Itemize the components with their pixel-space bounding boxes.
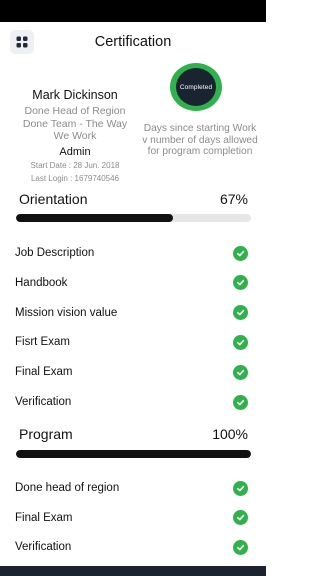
role-line-3: We Work — [53, 130, 97, 142]
check-icon — [236, 309, 245, 316]
orientation-item-label: Job Description — [15, 247, 95, 259]
status-bar — [0, 0, 266, 22]
check-circle-icon — [233, 394, 248, 410]
program-percent: 100% — [212, 426, 248, 442]
admin-label: Admin — [59, 145, 91, 158]
check-icon — [236, 514, 245, 521]
check-circle-icon — [233, 245, 248, 261]
program-item[interactable]: Final Exam — [15, 508, 248, 528]
orientation-header: Orientation 67% — [19, 191, 248, 207]
program-progress-bar — [16, 450, 251, 458]
check-icon — [236, 399, 245, 405]
program-item-label: Verification — [15, 541, 72, 553]
completion-caption: Days since starting Work v number of day… — [142, 123, 258, 157]
check-circle-icon — [233, 364, 248, 380]
orientation-progress-fill — [16, 214, 174, 222]
check-icon — [236, 544, 245, 550]
program-title: Program — [19, 426, 73, 442]
program-item-label: Final Exam — [15, 511, 73, 524]
check-icon — [236, 485, 245, 491]
orientation-item[interactable]: Mission vision value — [15, 303, 248, 323]
start-date: Start Date : 28 Jun. 2018 — [30, 160, 120, 170]
role-line-1: Done Head of Region — [24, 105, 126, 117]
bottom-bar — [0, 566, 266, 576]
check-circle-icon — [233, 334, 248, 350]
check-circle-icon — [233, 275, 248, 291]
page-title: Certification — [94, 34, 172, 50]
orientation-item[interactable]: Final Exam — [15, 362, 248, 382]
completion-badge-inner: Completed — [176, 68, 216, 106]
orientation-title: Orientation — [19, 191, 88, 207]
check-icon — [236, 280, 245, 286]
program-item[interactable]: Verification — [15, 537, 248, 557]
orientation-progress-bar — [16, 214, 251, 222]
orientation-item[interactable]: Job Description — [15, 243, 248, 263]
program-progress-fill — [16, 450, 251, 458]
orientation-item-label: Mission vision value — [15, 306, 118, 319]
check-icon — [236, 339, 245, 346]
orientation-percent: 67% — [219, 191, 248, 207]
check-circle-icon — [233, 305, 248, 321]
orientation-item-label: Verification — [15, 396, 72, 408]
check-circle-icon — [233, 539, 248, 555]
user-name: Mark Dickinson — [32, 88, 118, 102]
app-header: Certification — [0, 22, 266, 62]
orientation-item-label: Final Exam — [15, 366, 73, 379]
check-icon — [236, 369, 245, 376]
orientation-item-label: Handbook — [15, 276, 68, 289]
program-item[interactable]: Done head of region — [15, 478, 248, 498]
completion-badge: Completed — [170, 63, 222, 111]
program-header: Program 100% — [19, 426, 248, 442]
check-circle-icon — [233, 510, 248, 525]
orientation-item[interactable]: Fisrt Exam — [15, 332, 248, 352]
check-icon — [236, 250, 245, 256]
orientation-item-label: Fisrt Exam — [15, 336, 70, 349]
profile-card: Mark Dickinson Done Head of Region Done … — [14, 88, 136, 185]
orientation-item[interactable]: Verification — [15, 392, 248, 412]
orientation-item[interactable]: Handbook — [15, 273, 248, 293]
completion-badge-label: Completed — [179, 83, 213, 91]
program-item-label: Done head of region — [15, 482, 120, 494]
last-login: Last Login : 1679740546 — [30, 174, 120, 183]
role-line-2: Done Team - The Way — [22, 117, 128, 130]
check-circle-icon — [233, 480, 248, 496]
